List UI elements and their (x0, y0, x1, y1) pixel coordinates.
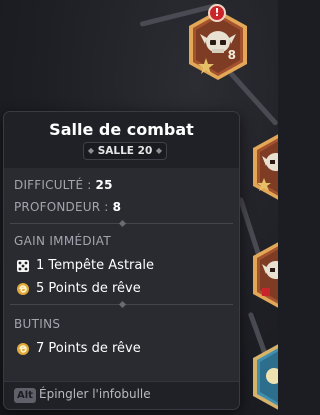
pin-tooltip-hint: Épingler l'infobulle (39, 387, 151, 401)
map-node[interactable] (250, 130, 278, 200)
reward-text: 1 Tempête Astrale (36, 258, 154, 273)
immediate-gain-title: GAIN IMMÉDIAT (14, 234, 111, 248)
dream-points-icon (16, 342, 30, 356)
loot-text: 7 Points de rêve (36, 341, 141, 356)
alt-key-hint: Alt (14, 388, 36, 403)
tooltip-title: Salle de combat (49, 120, 194, 139)
loot-item: 7 Points de rêve (16, 341, 141, 356)
alert-badge-icon: ! (208, 4, 226, 22)
loot-title: BUTINS (14, 317, 61, 331)
dice-icon (16, 259, 30, 273)
stat-label: PROFONDEUR : (14, 200, 109, 214)
room-tooltip: Salle de combat ◆ SALLE 20 ◆ DIFFICULTÉ … (3, 111, 240, 410)
stat-value: 25 (95, 178, 113, 192)
reward-text: 5 Points de rêve (36, 281, 141, 296)
stat-label: DIFFICULTÉ : (14, 178, 92, 192)
map-node-active[interactable]: ! 8 (186, 4, 250, 80)
reward-item: 1 Tempête Astrale (16, 258, 154, 273)
dream-points-icon (16, 282, 30, 296)
map-node[interactable] (250, 340, 278, 410)
node-reward-count: 8 (227, 48, 236, 62)
stat-value: 8 (112, 200, 122, 214)
diamond-icon: ◆ (155, 146, 163, 155)
stat-depth: PROFONDEUR : 8 (14, 200, 121, 214)
room-number: SALLE 20 (97, 145, 153, 157)
diamond-icon: ◆ (87, 146, 95, 155)
room-number-badge: ◆ SALLE 20 ◆ (83, 142, 167, 160)
dungeon-map: ! 8 Salle de combat ◆ SALLE 20 ◆ DIFFICU… (0, 0, 278, 415)
section-divider (10, 219, 233, 228)
tooltip-footer: Alt Épingler l'infobulle (4, 381, 239, 409)
stat-difficulty: DIFFICULTÉ : 25 (14, 178, 113, 192)
section-divider (10, 300, 233, 309)
map-node[interactable] (250, 238, 278, 308)
reward-item: 5 Points de rêve (16, 281, 141, 296)
